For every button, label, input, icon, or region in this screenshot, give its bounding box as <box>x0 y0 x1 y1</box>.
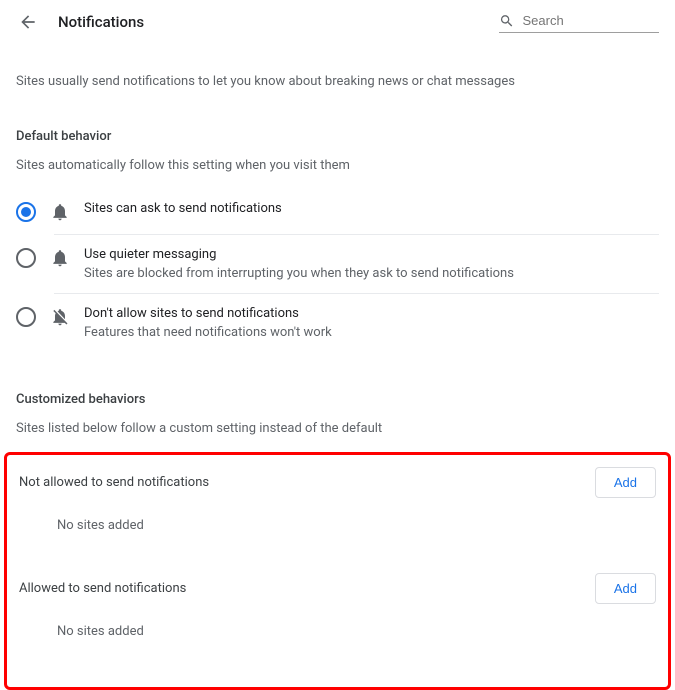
highlight-box: Not allowed to send notifications Add No… <box>4 452 671 690</box>
bell-icon <box>50 202 70 222</box>
page-title: Notifications <box>58 13 499 31</box>
radio-unselected[interactable] <box>16 307 36 327</box>
custom-heading: Customized behaviors <box>16 392 659 407</box>
bell-icon <box>50 248 70 268</box>
intro-text: Sites usually send notifications to let … <box>16 74 659 89</box>
search-icon <box>499 12 515 30</box>
option-desc: Features that need notifications won't w… <box>84 325 332 340</box>
add-not-allowed-button[interactable]: Add <box>595 467 656 498</box>
back-button[interactable] <box>16 10 40 34</box>
allowed-title: Allowed to send notifications <box>19 581 186 596</box>
not-allowed-title: Not allowed to send notifications <box>19 475 209 490</box>
option-ask[interactable]: Sites can ask to send notifications <box>16 189 659 234</box>
bell-off-icon <box>50 307 70 327</box>
search-field[interactable] <box>499 12 659 33</box>
allowed-empty: No sites added <box>19 624 656 639</box>
option-quieter[interactable]: Use quieter messaging Sites are blocked … <box>16 235 659 293</box>
option-title: Don't allow sites to send notifications <box>84 306 332 321</box>
default-behavior-subheading: Sites automatically follow this setting … <box>16 158 659 173</box>
option-title: Sites can ask to send notifications <box>84 201 282 216</box>
radio-selected[interactable] <box>16 202 36 222</box>
radio-unselected[interactable] <box>16 248 36 268</box>
arrow-left-icon <box>18 12 38 32</box>
add-allowed-button[interactable]: Add <box>595 573 656 604</box>
option-desc: Sites are blocked from interrupting you … <box>84 266 514 281</box>
default-behavior-heading: Default behavior <box>16 129 659 144</box>
not-allowed-empty: No sites added <box>19 518 656 533</box>
custom-subheading: Sites listed below follow a custom setti… <box>16 421 659 436</box>
option-dont-allow[interactable]: Don't allow sites to send notifications … <box>16 294 659 352</box>
search-input[interactable] <box>521 12 659 29</box>
option-title: Use quieter messaging <box>84 247 514 262</box>
